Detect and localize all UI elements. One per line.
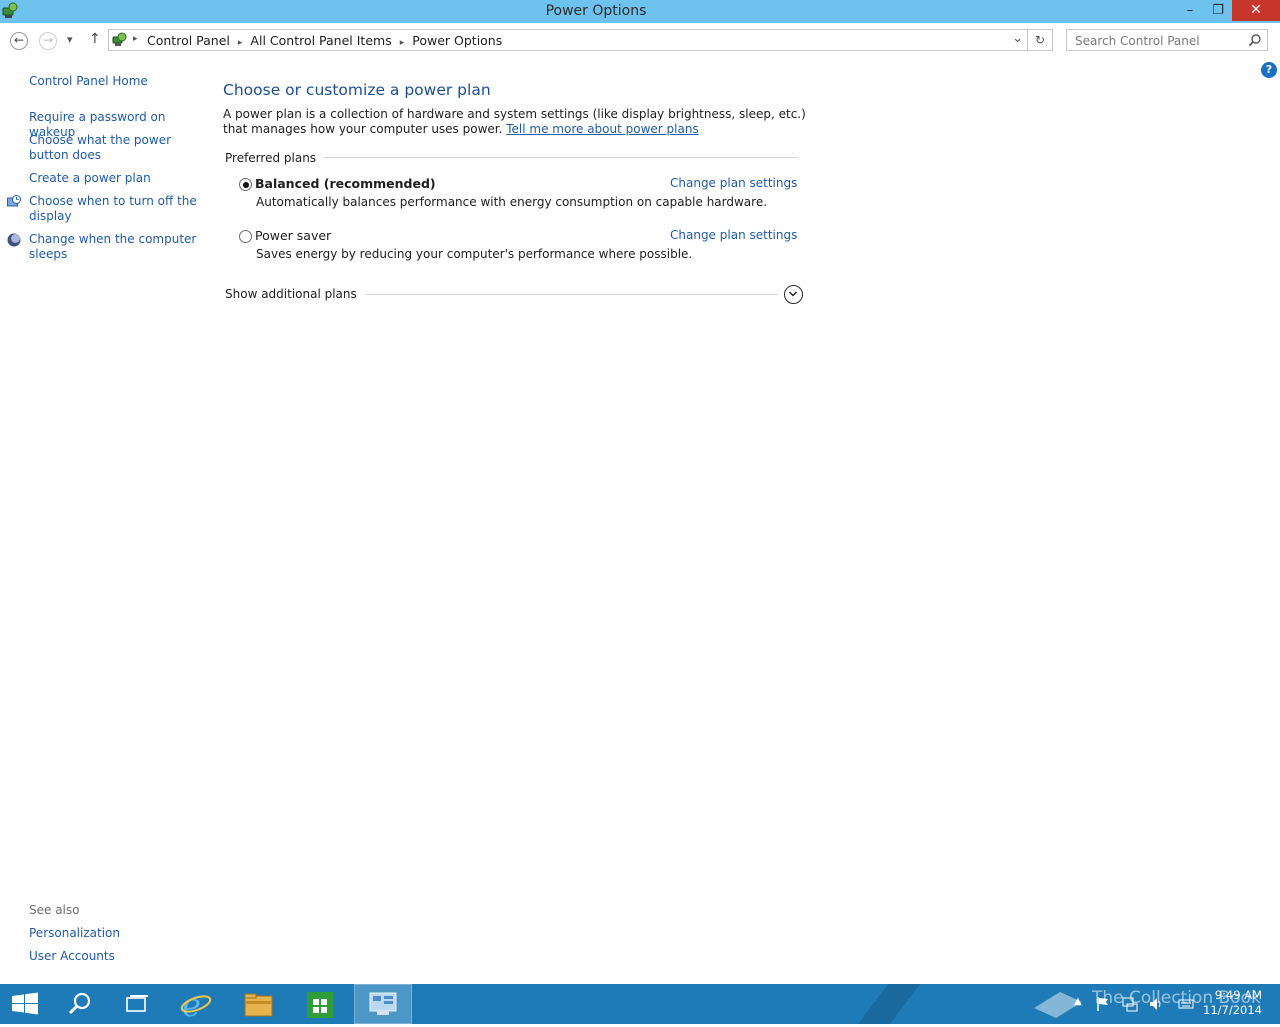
taskbar: e The Collection Book ▲ 9:49 AM 11/7/201… <box>0 984 1280 1024</box>
title-bar: Power Options – ❐ ✕ <box>0 0 1280 23</box>
sidebar-item-computer-sleeps[interactable]: Change when the computer sleeps <box>29 232 199 262</box>
preferred-plans-heading: Preferred plans <box>225 151 325 165</box>
breadcrumb-separator-icon[interactable]: ▸ <box>400 38 405 48</box>
user-accounts-link[interactable]: User Accounts <box>29 949 199 964</box>
sidebar-item-create-plan[interactable]: Create a power plan <box>29 171 199 186</box>
search-box[interactable] <box>1066 29 1268 51</box>
breadcrumb-all-items[interactable]: All Control Panel Items <box>250 33 391 48</box>
system-clock[interactable]: 9:49 AM 11/7/2014 <box>1203 988 1262 1018</box>
breadcrumb-control-panel[interactable]: Control Panel <box>147 33 230 48</box>
control-panel-home-link[interactable]: Control Panel Home <box>29 74 199 89</box>
network-icon[interactable] <box>1122 996 1138 1012</box>
balanced-plan-description: Automatically balances performance with … <box>256 195 768 209</box>
window-title: Power Options <box>545 3 647 19</box>
balanced-change-settings-link[interactable]: Change plan settings <box>670 176 797 190</box>
breadcrumb-power-options[interactable]: Power Options <box>412 33 502 48</box>
moon-sleep-icon <box>7 233 21 247</box>
task-view-icon[interactable] <box>108 984 164 1024</box>
address-dropdown-icon[interactable]: ⌄ <box>1012 31 1023 46</box>
help-icon[interactable]: ? <box>1261 62 1277 78</box>
svg-text:e: e <box>182 986 201 1024</box>
see-also-heading: See also <box>29 903 80 917</box>
control-panel-icon <box>112 32 128 51</box>
refresh-button[interactable]: ↻ <box>1028 29 1053 51</box>
power-saver-change-settings-link[interactable]: Change plan settings <box>670 228 797 242</box>
clock-time: 9:49 AM <box>1214 988 1262 1002</box>
restore-button[interactable]: ❐ <box>1204 0 1232 21</box>
power-saver-radio[interactable] <box>239 230 252 243</box>
learn-more-link[interactable]: Tell me more about power plans <box>506 122 698 136</box>
personalization-link[interactable]: Personalization <box>29 926 199 941</box>
control-panel-taskbar-icon[interactable] <box>354 984 412 1024</box>
show-additional-plans-label[interactable]: Show additional plans <box>225 287 365 301</box>
internet-explorer-icon[interactable]: e <box>168 984 224 1024</box>
show-hidden-icons-button[interactable]: ▲ <box>1074 996 1082 1007</box>
address-bar[interactable]: ▸ Control Panel ▸ All Control Panel Items ▸… <box>108 29 1028 51</box>
minimize-button[interactable]: – <box>1176 0 1204 21</box>
search-icon[interactable] <box>52 984 108 1024</box>
sidebar-item-power-button[interactable]: Choose what the power button does <box>29 133 199 163</box>
decorative-stripe <box>858 984 920 1024</box>
navigation-bar: ← → ▾ ↑ ▸ Control Panel ▸ All Control Pane… <box>0 23 1280 59</box>
up-button[interactable]: ↑ <box>89 31 101 47</box>
balanced-radio[interactable] <box>239 178 252 191</box>
action-center-flag-icon[interactable] <box>1096 996 1110 1012</box>
start-button[interactable] <box>0 984 56 1024</box>
display-clock-icon <box>7 195 21 209</box>
breadcrumb-separator-icon[interactable]: ▸ <box>238 38 243 48</box>
clock-date: 11/7/2014 <box>1203 1003 1262 1017</box>
page-title: Choose or customize a power plan <box>223 81 491 99</box>
store-icon[interactable] <box>292 984 348 1024</box>
volume-icon[interactable] <box>1148 996 1164 1012</box>
balanced-plan-name[interactable]: Balanced (recommended) <box>255 176 436 191</box>
magnifier-icon[interactable] <box>1248 33 1262 50</box>
power-saver-plan-name[interactable]: Power saver <box>255 228 331 243</box>
file-explorer-icon[interactable] <box>230 984 286 1024</box>
back-button[interactable]: ← <box>10 32 28 50</box>
page-description: A power plan is a collection of hardware… <box>223 107 813 137</box>
search-input[interactable] <box>1073 32 1247 50</box>
sidebar-item-turn-off-display[interactable]: Choose when to turn off the display <box>29 194 199 224</box>
breadcrumb-separator-icon[interactable]: ▸ <box>133 34 138 44</box>
forward-button[interactable]: → <box>39 32 57 50</box>
close-button[interactable]: ✕ <box>1232 0 1280 21</box>
keyboard-icon[interactable] <box>1178 996 1194 1012</box>
expand-chevron-icon[interactable] <box>784 285 803 304</box>
power-saver-plan-description: Saves energy by reducing your computer's… <box>256 247 693 261</box>
recent-locations-button[interactable]: ▾ <box>67 33 73 46</box>
breadcrumb: Control Panel ▸ All Control Panel Items ▸ Po… <box>147 33 502 48</box>
